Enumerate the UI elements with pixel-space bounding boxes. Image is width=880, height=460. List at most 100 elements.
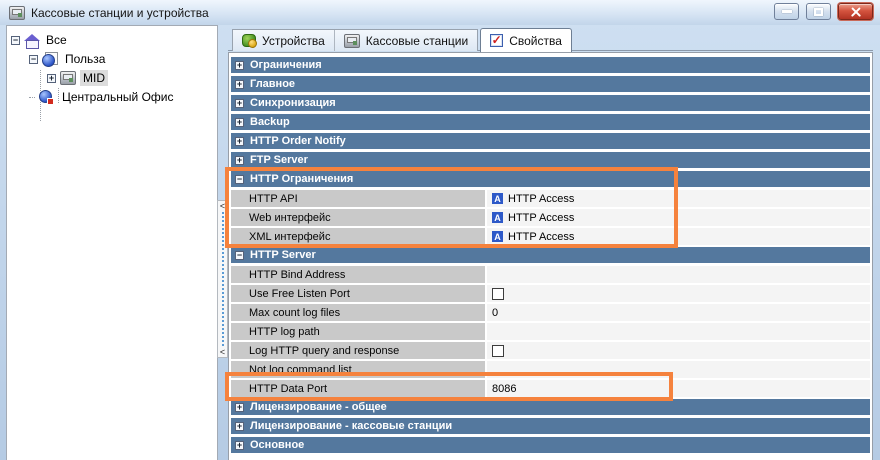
tree-item-label: Центральный Офис	[59, 89, 176, 105]
property-row[interactable]: HTTP Bind Address	[231, 266, 870, 283]
section-header-2[interactable]: +Синхронизация	[231, 95, 870, 111]
tab-label: Свойства	[509, 34, 562, 48]
property-value[interactable]	[487, 266, 870, 283]
property-value-text: HTTP Access	[508, 212, 574, 224]
tab-bar: УстройстваКассовые станции ✓ Свойства	[232, 27, 572, 51]
tab-свойства[interactable]: ✓ Свойства	[480, 28, 572, 52]
property-row[interactable]: HTTP APIAHTTP Access	[231, 190, 870, 207]
tree-item-label: Все	[43, 32, 70, 48]
property-value[interactable]: AHTTP Access	[487, 209, 870, 226]
checkbox-unchecked-icon[interactable]	[492, 345, 504, 357]
section-header-8[interactable]: + Лицензирование - общее	[231, 399, 870, 415]
section-header-6[interactable]: −HTTP Ограничения	[231, 171, 870, 187]
splitter-grip[interactable]	[222, 212, 224, 346]
property-value[interactable]: AHTTP Access	[487, 228, 870, 245]
section-header-7[interactable]: −HTTP Server	[231, 247, 870, 263]
section-expander-icon[interactable]: +	[235, 61, 244, 70]
checkbox-unchecked-icon[interactable]	[492, 288, 504, 300]
cash-register-icon	[60, 71, 76, 85]
section-expander-icon[interactable]: +	[235, 80, 244, 89]
app-icon	[9, 6, 25, 20]
title-bar[interactable]: Кассовые станции и устройства	[0, 0, 880, 25]
section-label: FTP Server	[250, 154, 308, 166]
close-icon	[850, 7, 862, 17]
section-label: HTTP Server	[250, 249, 316, 261]
property-value-text: 8086	[492, 383, 516, 395]
property-label: XML интерфейс	[231, 228, 485, 245]
tree-item-0[interactable]: − Все	[11, 31, 70, 49]
property-row[interactable]: HTTP Data Port 8086	[231, 380, 870, 397]
tree-item-2[interactable]: + MID	[47, 69, 108, 87]
tree-item-label: MID	[80, 70, 108, 86]
section-label: Лицензирование - общее	[250, 401, 387, 413]
tab-кассовые-станции[interactable]: Кассовые станции	[334, 30, 477, 51]
property-label: HTTP Bind Address	[231, 266, 485, 283]
access-type-icon: A	[492, 231, 503, 242]
property-value[interactable]	[487, 323, 870, 340]
section-expander-icon[interactable]: +	[235, 99, 244, 108]
tree-item-label: Польза	[62, 51, 108, 67]
tab-group: УстройстваКассовые станции	[232, 29, 478, 51]
tree-item-3[interactable]: Центральный Офис	[29, 88, 176, 106]
office-icon	[39, 90, 55, 105]
property-grid: + Ограничения +Главное +Синхронизация +Backu…	[228, 52, 873, 460]
access-type-icon: A	[492, 193, 503, 204]
panel-splitter[interactable]: < <	[217, 200, 228, 358]
collapse-left-icon[interactable]: <	[220, 202, 225, 210]
property-row[interactable]: Log HTTP query and response	[231, 342, 870, 359]
maximize-button[interactable]	[806, 3, 831, 20]
property-value[interactable]	[487, 361, 870, 378]
section-expander-icon[interactable]: +	[235, 156, 244, 165]
collapse-left-icon[interactable]: <	[220, 348, 225, 356]
property-label: HTTP Data Port	[231, 380, 485, 397]
property-label: Not log command list	[231, 361, 485, 378]
section-header-10[interactable]: + Основное	[231, 437, 870, 453]
property-value[interactable]	[487, 285, 870, 302]
tree-expander-icon[interactable]: −	[11, 36, 20, 45]
tree-connector-stub	[29, 97, 35, 98]
property-row[interactable]: XML интерфейсAHTTP Access	[231, 228, 870, 245]
property-label: Log HTTP query and response	[231, 342, 485, 359]
section-label: Ограничения	[250, 59, 322, 71]
section-expander-icon[interactable]: +	[235, 137, 244, 146]
property-value[interactable]: 0	[487, 304, 870, 321]
section-header-0[interactable]: + Ограничения	[231, 57, 870, 73]
section-expander-icon[interactable]: +	[235, 403, 244, 412]
property-label: Web интерфейс	[231, 209, 485, 226]
property-value[interactable]: A HTTP Access	[487, 190, 870, 207]
property-label: Use Free Listen Port	[231, 285, 485, 302]
property-row[interactable]: Use Free Listen Port	[231, 285, 870, 302]
section-header-9[interactable]: + Лицензирование - кассовые станции	[231, 418, 870, 434]
tree-expander-icon[interactable]: +	[47, 74, 56, 83]
section-label: Основное	[250, 439, 304, 451]
tree-expander-icon[interactable]: −	[29, 55, 38, 64]
property-value[interactable]: 8086	[487, 380, 870, 397]
properties-checkbox-icon: ✓	[490, 34, 503, 47]
tab-устройства[interactable]: Устройства	[233, 30, 334, 51]
property-row[interactable]: Web интерфейсAHTTP Access	[231, 209, 870, 226]
section-expander-icon[interactable]: +	[235, 441, 244, 450]
property-row[interactable]: Max count log files0	[231, 304, 870, 321]
section-header-3[interactable]: +Backup	[231, 114, 870, 130]
section-label: Лицензирование - кассовые станции	[250, 420, 452, 432]
property-value-text: HTTP Access	[508, 193, 574, 205]
section-header-4[interactable]: +HTTP Order Notify	[231, 133, 870, 149]
minimize-icon	[782, 10, 792, 13]
section-label: HTTP Ограничения	[250, 173, 353, 185]
globe-icon	[42, 52, 58, 67]
tree-item-1[interactable]: − Польза	[29, 50, 108, 68]
section-header-5[interactable]: + FTP Server	[231, 152, 870, 168]
devices-icon	[242, 34, 256, 47]
section-expander-icon[interactable]: +	[235, 118, 244, 127]
close-button[interactable]	[838, 3, 873, 20]
section-expander-icon[interactable]: −	[235, 175, 244, 184]
property-row[interactable]: HTTP log path	[231, 323, 870, 340]
window-title: Кассовые станции и устройства	[31, 6, 209, 20]
property-value[interactable]	[487, 342, 870, 359]
application-window: Кассовые станции и устройства −Все−Польз…	[0, 0, 880, 460]
section-expander-icon[interactable]: −	[235, 251, 244, 260]
minimize-button[interactable]	[774, 3, 799, 20]
section-header-1[interactable]: +Главное	[231, 76, 870, 92]
section-expander-icon[interactable]: +	[235, 422, 244, 431]
property-row[interactable]: Not log command list	[231, 361, 870, 378]
